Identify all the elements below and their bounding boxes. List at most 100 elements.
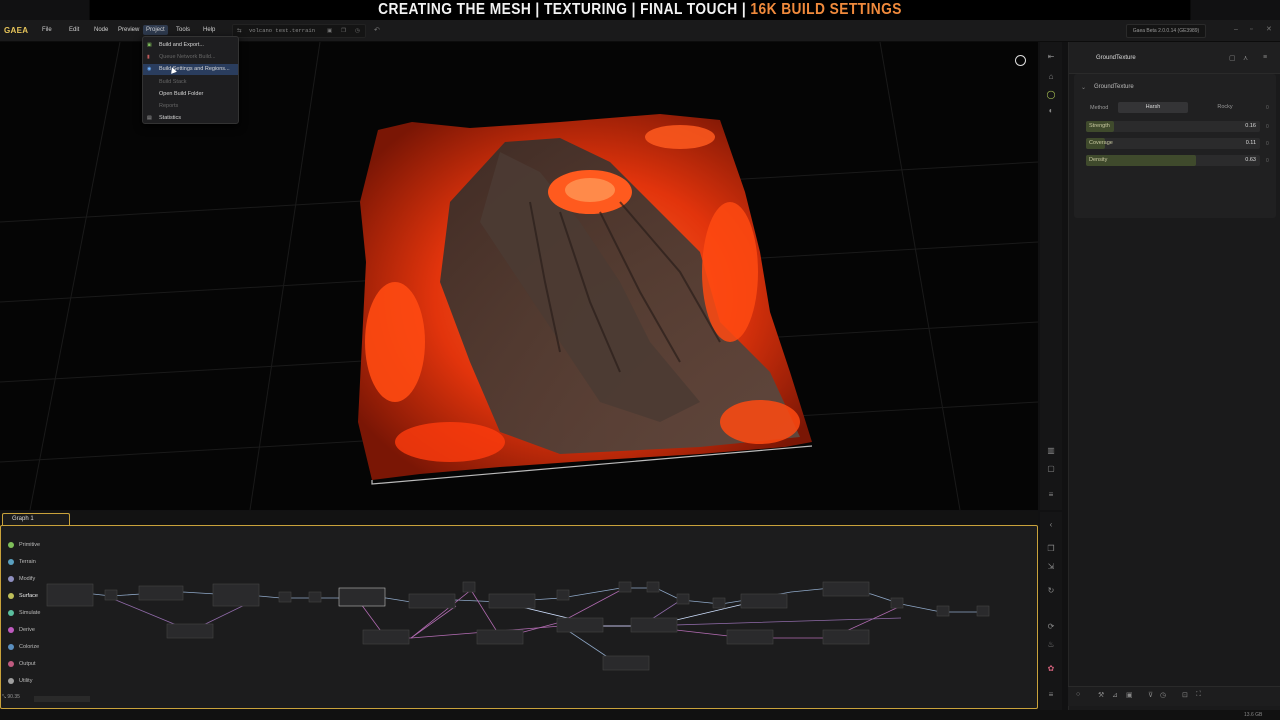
graph-tab-bar xyxy=(0,511,1038,525)
clock-icon[interactable]: ◷ xyxy=(1160,691,1166,699)
layout-icon[interactable]: ▥ xyxy=(1046,446,1056,456)
method-option-rocky[interactable]: Rocky xyxy=(1190,102,1260,113)
menu-item-queue-network-build: ▮ Queue Network Build... xyxy=(147,54,216,60)
density-value: 0.63 xyxy=(1245,157,1256,163)
node-graph[interactable]: Primitive Terrain Modify Surface Simulat… xyxy=(0,525,1038,709)
section-title: GroundTexture xyxy=(1094,84,1134,90)
primitive-icon xyxy=(8,542,14,548)
palette-simulate[interactable]: Simulate xyxy=(5,606,45,620)
build-icon: ▣ xyxy=(147,42,152,48)
video-title-banner: CREATING THE MESH | TEXTURING | FINAL TO… xyxy=(89,0,1191,20)
colorize-icon xyxy=(8,644,14,650)
more-icon[interactable]: ≡ xyxy=(1263,54,1267,61)
export-icon[interactable]: ⇲ xyxy=(1046,562,1056,572)
menu-item-open-build-folder[interactable]: Open Build Folder xyxy=(143,89,238,100)
save-preset-icon[interactable]: ▣ xyxy=(1126,691,1133,699)
fullscreen-icon[interactable]: ⛶ xyxy=(1196,691,1201,699)
save-icon[interactable]: ▣ xyxy=(327,25,332,37)
coverage-reset[interactable]: 0 xyxy=(1266,141,1269,147)
minimize-icon[interactable]: – xyxy=(1234,26,1238,33)
eye-icon: ◉ xyxy=(147,66,152,72)
file-name: volcano test.terrain xyxy=(249,27,316,34)
strength-reset[interactable]: 0 xyxy=(1266,124,1269,130)
density-label: Density xyxy=(1089,157,1108,163)
status-bar: 13.6 GB xyxy=(0,710,1280,720)
camera-icon[interactable]: ⌂ xyxy=(1046,72,1056,82)
graph-toolbar: ‹ ❐ ⇲ ↻ ⟳ ♨ ✿ ≡ xyxy=(1040,512,1062,712)
menu-project[interactable]: Project xyxy=(143,25,168,35)
menu-item-build-export[interactable]: ▣ Build and Export... xyxy=(143,40,238,51)
menu-preview[interactable]: Preview xyxy=(118,27,139,33)
expand-icon[interactable]: ⇤ xyxy=(1046,52,1056,62)
menu-edit[interactable]: Edit xyxy=(69,27,79,33)
menu-tools[interactable]: Tools xyxy=(176,27,190,33)
coverage-label: Coverage xyxy=(1089,140,1113,146)
pin-icon[interactable]: ▢ xyxy=(1229,54,1236,62)
measure-icon[interactable]: ⊿ xyxy=(1112,691,1118,699)
palette-primitive[interactable]: Primitive xyxy=(5,538,45,552)
filter-icon[interactable]: ⊽ xyxy=(1148,691,1153,699)
method-reset[interactable]: 0 xyxy=(1266,105,1269,111)
terrain-icon xyxy=(8,559,14,565)
graph-wires xyxy=(46,581,990,671)
properties-panel: GroundTexture ▢ ⋏ ≡ ⌄ GroundTexture Meth… xyxy=(1068,42,1280,712)
modify-icon xyxy=(8,576,14,582)
chevron-down-icon[interactable]: ⌄ xyxy=(1081,84,1086,91)
menu-item-statistics[interactable]: ▤ Statistics xyxy=(143,113,238,124)
palette-derive[interactable]: Derive xyxy=(5,623,45,637)
share-icon[interactable]: ⋏ xyxy=(1243,54,1248,62)
method-option-harsh[interactable]: Harsh xyxy=(1118,102,1188,113)
strength-label: Strength xyxy=(1089,123,1110,129)
search-icon[interactable]: ○ xyxy=(1076,691,1080,698)
queue-icon: ▮ xyxy=(147,54,150,60)
collapse-icon[interactable]: ‹ xyxy=(1046,520,1056,530)
coverage-value: 0.11 xyxy=(1245,140,1256,146)
menu-help[interactable]: Help xyxy=(203,27,215,33)
undo-icon[interactable]: ↶ xyxy=(374,26,380,34)
properties-header: GroundTexture ▢ ⋏ ≡ xyxy=(1069,42,1280,74)
menu-node[interactable]: Node xyxy=(94,27,108,33)
close-icon[interactable]: ✕ xyxy=(1266,25,1272,33)
banner-sections: CREATING THE MESH | TEXTURING | FINAL TO… xyxy=(378,1,747,18)
file-name-field[interactable]: ⇆ volcano test.terrain ▣ ❐ ◷ xyxy=(232,24,366,38)
menu-icon[interactable]: ≡ xyxy=(1046,490,1056,500)
tab-graph-1[interactable]: Graph 1 xyxy=(2,513,70,525)
light-direction-icon[interactable] xyxy=(1015,55,1026,66)
tool-icon[interactable]: ⚒ xyxy=(1098,691,1104,699)
strength-slider[interactable]: Strength 0.16 xyxy=(1086,121,1260,132)
list-icon[interactable]: ≡ xyxy=(1046,690,1056,700)
groundtexture-section: ⌄ GroundTexture Method Harsh Rocky 0 Str… xyxy=(1074,74,1276,218)
palette-terrain[interactable]: Terrain xyxy=(5,555,45,569)
density-slider[interactable]: Density 0.63 xyxy=(1086,155,1260,166)
comment-icon[interactable]: ▢ xyxy=(1046,464,1056,474)
zoom-value: 90.35 xyxy=(7,694,20,700)
project-dropdown-menu: ▣ Build and Export... ▮ Queue Network Buil… xyxy=(142,36,239,124)
palette-surface[interactable]: Surface xyxy=(5,589,45,603)
coverage-slider[interactable]: Coverage 0.11 xyxy=(1086,138,1260,149)
history-icon[interactable]: ◷ xyxy=(355,25,360,37)
palette-modify[interactable]: Modify xyxy=(5,572,45,586)
properties-footer: ○ ⚒ ⊿ ▣ ⊽ ◷ ⊡ ⛶ xyxy=(1068,686,1280,706)
menu-file[interactable]: File xyxy=(42,27,52,33)
strength-value: 0.16 xyxy=(1245,123,1256,129)
bug-icon[interactable]: ✿ xyxy=(1046,664,1056,674)
shading-icon[interactable]: ◐ xyxy=(1046,106,1056,116)
lighting-icon[interactable]: ◯ xyxy=(1046,90,1056,100)
flame-icon[interactable]: ♨ xyxy=(1046,640,1056,650)
frame-icon[interactable]: ⊡ xyxy=(1182,691,1188,699)
output-icon xyxy=(8,661,14,667)
node-palette: Primitive Terrain Modify Surface Simulat… xyxy=(5,534,45,689)
memory-usage: 13.6 GB xyxy=(1244,712,1263,718)
graph-zoom[interactable]: ⤡ 90.35 xyxy=(2,694,92,705)
palette-colorize[interactable]: Colorize xyxy=(5,640,45,654)
palette-output[interactable]: Output xyxy=(5,657,45,671)
menu-item-build-settings-regions[interactable]: ◉ Build Settings and Regions... xyxy=(143,64,238,75)
copy-node-icon[interactable]: ❐ xyxy=(1046,544,1056,554)
copy-icon[interactable]: ❐ xyxy=(341,25,346,37)
palette-utility[interactable]: Utility xyxy=(5,674,45,688)
maximize-icon[interactable]: ▫ xyxy=(1250,26,1252,33)
zoom-bar[interactable] xyxy=(34,696,90,702)
density-reset[interactable]: 0 xyxy=(1266,158,1269,164)
refresh-icon[interactable]: ↻ xyxy=(1046,586,1056,596)
sync-icon[interactable]: ⟳ xyxy=(1046,622,1056,632)
